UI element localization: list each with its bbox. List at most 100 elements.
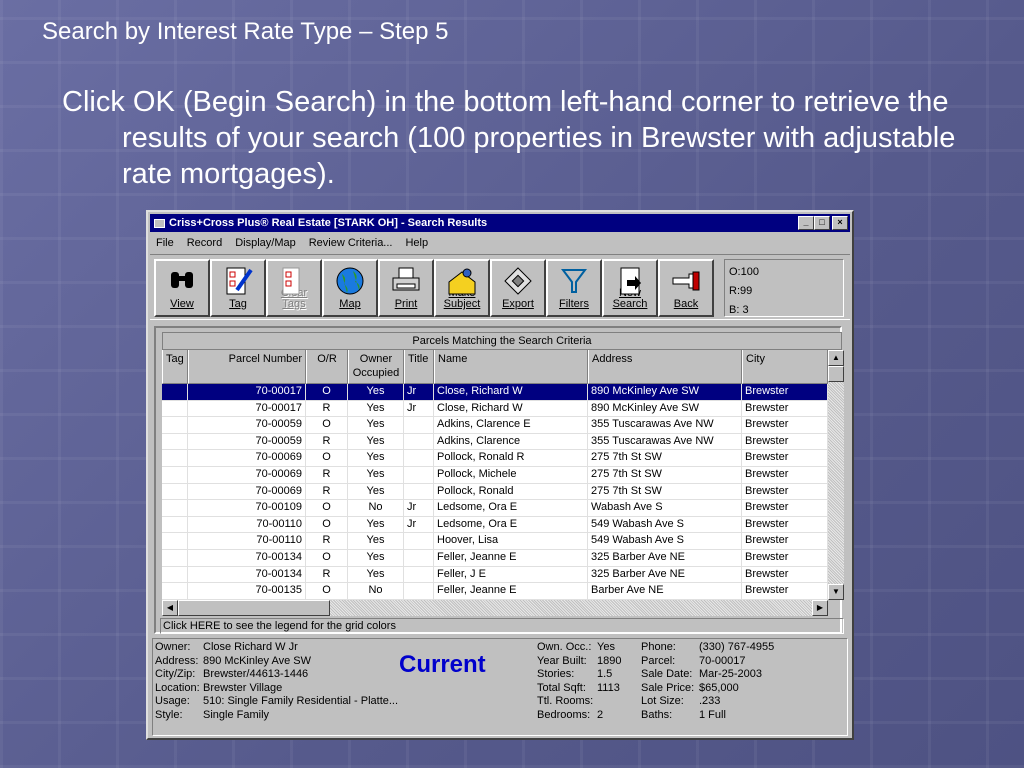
filters-button[interactable]: Filters [546, 259, 602, 317]
cell-address: Wabash Ave S [588, 500, 742, 516]
grid-body: 70-00017 O Yes Jr Close, Richard W 890 McKinl… [162, 384, 828, 600]
detail-label: Own. Occ.: [537, 641, 592, 653]
cell-parcel: 70-00135 [188, 583, 306, 599]
cell-owner-occupied: Yes [348, 533, 404, 549]
table-row[interactable]: 70-00110 O Yes Jr Ledsome, Ora E 549 Wabash A… [162, 516, 828, 534]
record-counts: O:100 R:99 B: 3 [724, 259, 844, 317]
column-header-parcel[interactable]: Parcel Number [188, 350, 306, 384]
minimize-button[interactable]: _ [798, 216, 814, 230]
cell-address: 355 Tuscarawas Ave NW [588, 433, 742, 450]
detail-label: Owner: [155, 641, 191, 653]
detail-label: Ttl. Rooms: [537, 695, 594, 707]
cell-title [404, 433, 434, 450]
column-header-title[interactable]: Title [404, 350, 434, 384]
table-row[interactable]: 70-00069 R Yes Pollock, Michele 275 7th St S… [162, 466, 828, 484]
cell-title: Jr [404, 384, 434, 400]
cell-tag [162, 466, 188, 483]
clear-tags-button[interactable]: ClearTags [266, 259, 322, 317]
cell-or: R [306, 400, 348, 417]
cell-tag [162, 549, 188, 566]
scroll-left-arrow-icon[interactable]: ◀ [162, 600, 178, 616]
cell-owner-occupied: Yes [348, 400, 404, 417]
column-header-tag[interactable]: Tag [162, 350, 188, 384]
detail-label: Total Sqft: [537, 681, 586, 694]
title-bar[interactable]: Criss+Cross Plus® Real Estate [STARK OH]… [150, 214, 850, 232]
table-row[interactable]: 70-00069 R Yes Pollock, Ronald 275 7th St SW… [162, 483, 828, 501]
scroll-right-arrow-icon[interactable]: ▶ [812, 600, 828, 616]
menu-file[interactable]: File [156, 237, 174, 249]
cell-title [404, 583, 434, 599]
column-header-city[interactable]: City [742, 350, 828, 384]
detail-value: Close Richard W Jr [203, 641, 298, 653]
cell-tag [162, 516, 188, 533]
cell-parcel: 70-00059 [188, 417, 306, 433]
menu-review-criteria[interactable]: Review Criteria... [309, 237, 393, 249]
print-label: Print [394, 298, 418, 310]
column-header-name[interactable]: Name [434, 350, 588, 384]
export-button[interactable]: Export [490, 259, 546, 317]
detail-label: Baths: [641, 708, 673, 721]
make-subject-button[interactable]: MakeSubject [434, 259, 490, 317]
cell-title: Jr [404, 400, 434, 417]
view-button[interactable]: View [154, 259, 210, 317]
column-header-owner-occupied[interactable]: Owner Occupied [348, 350, 404, 384]
horizontal-scroll-thumb[interactable] [178, 600, 330, 616]
detail-row: Sale Price: $65,000 [641, 682, 774, 696]
cell-name: Ledsome, Ora E [434, 516, 588, 533]
table-row[interactable]: 70-00059 O Yes Adkins, Clarence E 355 Tuscar… [162, 417, 828, 434]
toolbar: View Tag ClearTags Map [150, 254, 850, 320]
cell-parcel: 70-00069 [188, 466, 306, 483]
table-row[interactable]: 70-00017 O Yes Jr Close, Richard W 890 McKinl… [162, 384, 828, 401]
detail-value: 1890 [597, 654, 622, 667]
cell-name: Adkins, Clarence E [434, 417, 588, 433]
funnel-icon [561, 269, 587, 293]
table-row[interactable]: 70-00109 O No Jr Ledsome, Ora E Wabash Ave SB… [162, 500, 828, 517]
cell-city: Brewster [742, 500, 828, 516]
detail-label: Style: [155, 708, 183, 721]
tag-button[interactable]: Tag [210, 259, 266, 317]
menu-display-map[interactable]: Display/Map [235, 237, 296, 249]
detail-row: City/Zip: Brewster/44613-1446 [155, 668, 398, 682]
detail-row: Year Built: 1890 [537, 655, 621, 669]
scroll-down-arrow-icon[interactable]: ▼ [828, 584, 844, 600]
maximize-button[interactable]: □ [814, 216, 830, 230]
scroll-up-arrow-icon[interactable]: ▲ [828, 350, 844, 366]
vertical-scroll-thumb[interactable] [828, 366, 844, 382]
vertical-scrollbar[interactable]: ▲ ▼ [828, 350, 844, 600]
menu-record[interactable]: Record [187, 237, 222, 249]
new-search-button[interactable]: NewSearch [602, 259, 658, 317]
map-button[interactable]: Map [322, 259, 378, 317]
app-icon[interactable] [154, 218, 165, 228]
horizontal-scrollbar[interactable]: ◀ ▶ [162, 600, 828, 616]
table-row[interactable]: 70-00134 R Yes Feller, J E 325 Barber Ave NE… [162, 566, 828, 584]
results-grid-panel: Parcels Matching the Search Criteria Tag… [154, 326, 844, 634]
cell-owner-occupied: Yes [348, 450, 404, 466]
column-header-or[interactable]: O/R [306, 350, 348, 384]
slide-text: Click OK (Begin Search) in the bottom le… [62, 86, 956, 190]
detail-label: Usage: [155, 695, 190, 707]
cell-tag [162, 566, 188, 583]
table-row[interactable]: 70-00069 O Yes Pollock, Ronald R 275 7th St … [162, 450, 828, 467]
table-row[interactable]: 70-00017 R Yes Jr Close, Richard W 890 McKinl… [162, 400, 828, 418]
detail-label: Stories: [537, 668, 575, 680]
print-button[interactable]: Print [378, 259, 434, 317]
close-button[interactable]: × [832, 216, 848, 230]
table-row[interactable]: 70-00134 O Yes Feller, Jeanne E 325 Barber A… [162, 549, 828, 567]
cell-city: Brewster [742, 566, 828, 583]
detail-row: Ttl. Rooms: [537, 695, 621, 709]
table-row[interactable]: 70-00135 O No Feller, Jeanne E Barber Ave NE… [162, 583, 828, 600]
table-row[interactable]: 70-00110 R Yes Hoover, Lisa 549 Wabash Ave S… [162, 533, 828, 550]
details-left-column: Owner: Close Richard W Jr Address: 890 McKi… [155, 641, 398, 722]
back-button[interactable]: Back [658, 259, 714, 317]
detail-value: 70-00017 [699, 654, 746, 667]
grid-legend-link[interactable]: Click HERE to see the legend for the gri… [160, 618, 844, 634]
cell-city: Brewster [742, 516, 828, 533]
cell-parcel: 70-00109 [188, 500, 306, 516]
cell-tag [162, 417, 188, 433]
cell-title [404, 417, 434, 433]
menu-help[interactable]: Help [405, 237, 428, 249]
cell-or: O [306, 583, 348, 599]
detail-label: Sale Price: [641, 681, 695, 694]
table-row[interactable]: 70-00059 R Yes Adkins, Clarence 355 Tuscaraw… [162, 433, 828, 451]
column-header-address[interactable]: Address [588, 350, 742, 384]
